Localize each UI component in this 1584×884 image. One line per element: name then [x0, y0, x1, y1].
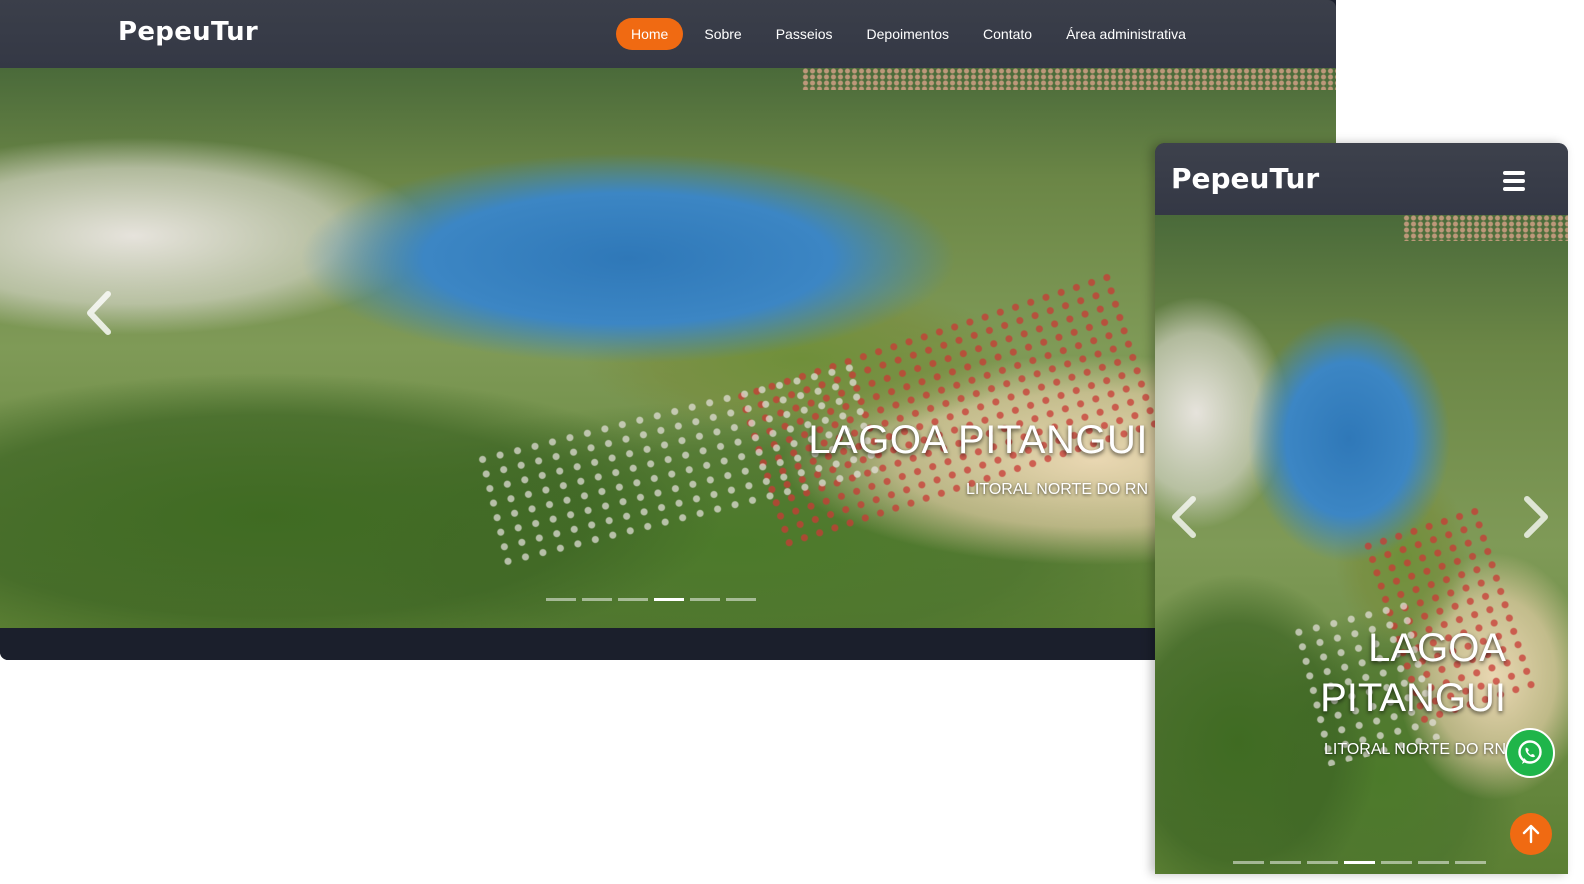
nav-item-home[interactable]: Home: [616, 18, 684, 50]
hero-carousel-image: [1155, 215, 1568, 874]
chevron-right-icon: [1524, 496, 1548, 538]
mobile-navbar: PepeuTur: [1155, 143, 1568, 215]
footer-strip: [0, 628, 1336, 660]
carousel-indicator[interactable]: [546, 598, 576, 601]
carousel-caption: LAGOA PITANGUI LITORAL NORTE DO RN: [808, 418, 1148, 499]
village-detail: [801, 68, 1336, 91]
carousel-indicator[interactable]: [1307, 861, 1338, 864]
brand-logo[interactable]: PepeuTur: [1171, 162, 1319, 195]
whatsapp-button[interactable]: [1505, 728, 1555, 778]
hamburger-icon[interactable]: [1503, 171, 1525, 191]
whatsapp-icon: [1518, 740, 1542, 764]
nav-item-passeios[interactable]: Passeios: [759, 18, 850, 50]
nav-item-depoimentos[interactable]: Depoimentos: [850, 18, 967, 50]
carousel-indicator[interactable]: [1270, 861, 1301, 864]
carousel-indicator[interactable]: [726, 598, 756, 601]
main-nav: Home Sobre Passeios Depoimentos Contato …: [616, 18, 1203, 50]
desktop-navbar: PepeuTur Home Sobre Passeios Depoimentos…: [0, 0, 1336, 68]
carousel-subtitle: LITORAL NORTE DO RN: [1324, 741, 1506, 758]
carousel-indicator[interactable]: [1233, 861, 1264, 864]
carousel-indicator[interactable]: [582, 598, 612, 601]
carousel-indicator[interactable]: [1381, 861, 1412, 864]
chevron-left-icon: [87, 291, 111, 335]
nav-item-contato[interactable]: Contato: [966, 18, 1049, 50]
carousel-prev-button[interactable]: [1169, 495, 1199, 539]
arrow-up-icon: [1522, 824, 1540, 844]
nav-item-area-administrativa[interactable]: Área administrativa: [1049, 18, 1203, 50]
carousel-subtitle: LITORAL NORTE DO RN: [966, 481, 1148, 498]
carousel-caption: LAGOA PITANGUI LITORAL NORTE DO RN: [1276, 623, 1506, 759]
carousel-indicators: [546, 598, 756, 601]
back-to-top-button[interactable]: [1510, 813, 1552, 855]
chevron-left-icon: [1172, 496, 1196, 538]
carousel-indicators: [1233, 861, 1486, 864]
carousel-next-button[interactable]: [1521, 495, 1551, 539]
nav-item-sobre[interactable]: Sobre: [687, 18, 758, 50]
carousel-indicator[interactable]: [1344, 861, 1375, 864]
carousel-title: LAGOA PITANGUI: [1320, 626, 1506, 720]
carousel-prev-button[interactable]: [84, 290, 114, 336]
hero-carousel-image: [0, 68, 1336, 628]
carousel-indicator[interactable]: [690, 598, 720, 601]
carousel-title: LAGOA PITANGUI: [808, 418, 1148, 462]
carousel-indicator[interactable]: [1455, 861, 1486, 864]
desktop-preview: PepeuTur Home Sobre Passeios Depoimentos…: [0, 0, 1336, 660]
carousel-indicator[interactable]: [1418, 861, 1449, 864]
carousel-indicator[interactable]: [618, 598, 648, 601]
brand-logo[interactable]: PepeuTur: [118, 17, 258, 47]
village-detail: [1402, 215, 1568, 242]
hamburger-bar: [1503, 171, 1525, 175]
mobile-preview: PepeuTur LAGOA PITANGUI LITORAL NORTE DO…: [1155, 143, 1568, 874]
carousel-indicator[interactable]: [654, 598, 684, 601]
hamburger-bar: [1503, 187, 1525, 191]
hamburger-bar: [1503, 179, 1525, 183]
